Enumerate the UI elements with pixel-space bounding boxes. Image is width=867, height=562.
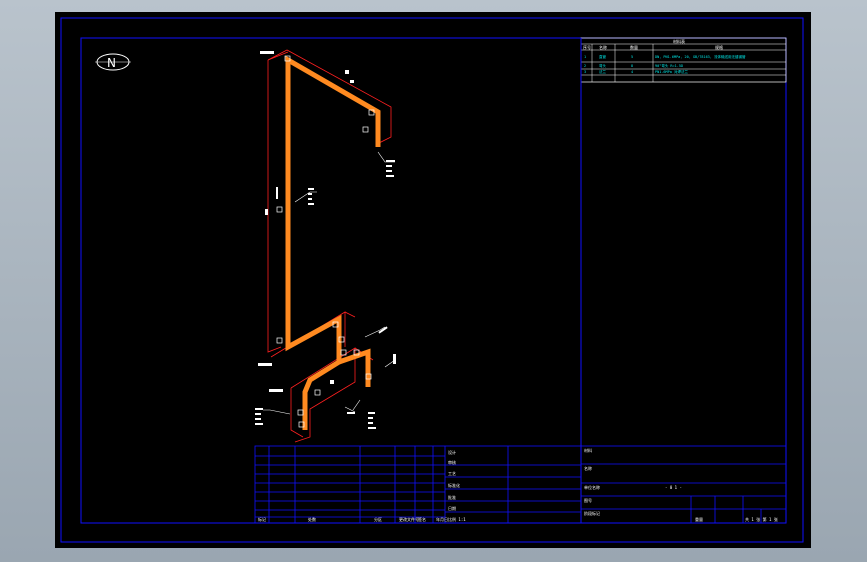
svg-text:材料: 材料 <box>584 447 592 453</box>
svg-text:批准: 批准 <box>448 494 456 500</box>
svg-text:更改文件号: 更改文件号 <box>399 516 419 522</box>
outer-frame <box>60 17 804 543</box>
legend-table: 材料表 序号 名称 数量 规格 1 直管 5 DN, PN1.6MPa, 20,… <box>580 37 787 83</box>
svg-text:阶段标记: 阶段标记 <box>584 510 600 516</box>
isometric-pipe-drawing: N 材料表 序号 名称 数量 规格 1 直管 5 DN, PN1.6MPa, 2… <box>60 17 804 543</box>
svg-text:分区: 分区 <box>374 516 382 522</box>
title-block <box>254 445 787 524</box>
svg-text:5: 5 <box>631 55 633 59</box>
svg-text:设计: 设计 <box>448 449 456 455</box>
svg-text:标记: 标记 <box>258 516 266 522</box>
svg-text:年月日: 年月日 <box>436 516 448 522</box>
svg-text:2: 2 <box>584 64 586 68</box>
svg-text:名称: 名称 <box>599 44 607 50</box>
legend-title: 材料表 <box>673 38 685 44</box>
svg-text:PN1.6MPa 对焊法兰: PN1.6MPa 对焊法兰 <box>655 69 688 74</box>
cad-viewport[interactable]: N 材料表 序号 名称 数量 规格 1 直管 5 DN, PN1.6MPa, 2… <box>55 12 811 548</box>
title-block-text: 标记 处数 分区 更改文件号 签名 年月日 设计 审核 工艺 标准化 批准 日期… <box>258 447 778 522</box>
svg-text:重量: 重量 <box>695 516 703 522</box>
annotation-leaders <box>263 151 396 415</box>
svg-text:DN, PN1.6MPa, 20, GB/T8163, 流体: DN, PN1.6MPa, 20, GB/T8163, 流体输送用无缝钢管 <box>655 54 746 59</box>
svg-text:名称: 名称 <box>584 465 592 471</box>
svg-text:法兰: 法兰 <box>599 69 607 74</box>
svg-text:数量: 数量 <box>630 44 638 50</box>
north-letter: N <box>107 56 116 70</box>
svg-text:共 1 张 第 1 张: 共 1 张 第 1 张 <box>745 516 778 522</box>
inner-frame <box>80 37 787 524</box>
svg-text:图号: 图号 <box>584 497 592 503</box>
svg-text:序号: 序号 <box>583 44 591 50</box>
svg-text:规格: 规格 <box>715 44 723 50</box>
svg-text:单位名称: 单位名称 <box>584 484 600 490</box>
svg-text:日期: 日期 <box>448 505 456 511</box>
pipe-route <box>285 55 381 430</box>
svg-text:签名: 签名 <box>418 516 426 522</box>
svg-text:处数: 处数 <box>308 516 316 522</box>
svg-text:1: 1 <box>584 55 586 59</box>
svg-text:比例 1:1: 比例 1:1 <box>448 516 466 522</box>
north-arrow-icon: N <box>95 53 131 71</box>
svg-text:- 0 1 -: - 0 1 - <box>665 485 682 490</box>
svg-text:标准化: 标准化 <box>448 482 460 488</box>
svg-text:4: 4 <box>631 70 633 74</box>
svg-text:90°弯头 R=1.5D: 90°弯头 R=1.5D <box>655 63 683 68</box>
svg-text:审核: 审核 <box>448 459 456 465</box>
svg-text:直管: 直管 <box>599 54 607 59</box>
svg-text:弯头: 弯头 <box>599 63 607 68</box>
svg-text:3: 3 <box>584 70 586 74</box>
svg-text:工艺: 工艺 <box>448 471 456 476</box>
svg-text:8: 8 <box>631 64 633 68</box>
